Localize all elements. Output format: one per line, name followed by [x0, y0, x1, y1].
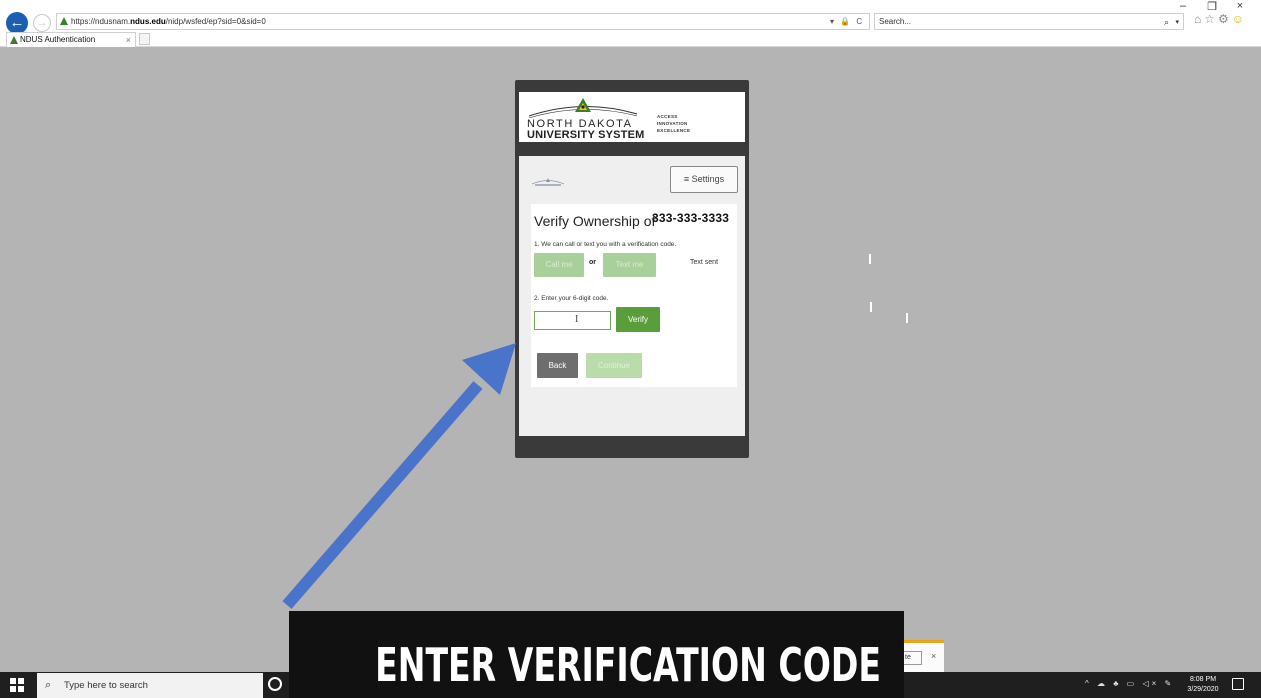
settings-button[interactable]: ≡ Settings: [670, 166, 738, 193]
ndus-header: NORTH DAKOTA UNIVERSITY SYSTEM ACCESS IN…: [519, 92, 745, 142]
mfa-screen: ≡ Settings Verify Ownership of 333-333-3…: [519, 156, 745, 436]
browser-search-placeholder: Search...: [879, 17, 912, 26]
logo-line-university-system: UNIVERSITY SYSTEM: [527, 129, 645, 141]
restore-icon[interactable]: ❐: [1205, 0, 1219, 13]
logo-tag-access: ACCESS: [657, 114, 678, 119]
logo-tag-excellence: EXCELLENCE: [657, 128, 691, 133]
site-favicon-icon: [60, 17, 68, 25]
or-label: or: [589, 259, 596, 266]
small-logo-icon: [531, 178, 565, 186]
tab-title: NDUS Authentication: [20, 35, 96, 44]
text-sent-status: Text sent: [690, 259, 719, 266]
verify-card: Verify Ownership of 333-333-3333 1. We c…: [531, 204, 737, 387]
phone-number: 333-333-3333: [652, 211, 730, 225]
tab-close-icon[interactable]: ×: [126, 33, 131, 47]
ndus-logo-icon: [528, 98, 638, 118]
screen: ← → https://ndusnam.ndus.edu/nidp/wsfed/…: [0, 0, 1261, 698]
back-button[interactable]: Back: [537, 353, 578, 378]
browser-search-input[interactable]: Search... ⌕ ▾: [874, 13, 1184, 30]
artifact-mark: [870, 302, 872, 312]
gear-icon[interactable]: ⚙: [1218, 12, 1232, 26]
cortana-icon[interactable]: [268, 677, 282, 691]
smiley-icon[interactable]: ☺: [1232, 12, 1247, 26]
artifact-mark: [869, 254, 871, 264]
close-window-icon[interactable]: ×: [1233, 0, 1247, 12]
caption-text: ENTER VERIFICATION CODE: [375, 638, 881, 692]
back-arrow-icon[interactable]: ←: [6, 12, 28, 34]
taskbar-search-input[interactable]: ⌕ Type here to search: [37, 673, 263, 698]
url-prefix: https://ndusnam.: [71, 17, 131, 26]
url-path: /nidp/wsfed/ep?sid=0&sid=0: [165, 17, 266, 26]
step-2-text: 2. Enter your 6-digit code.: [534, 295, 609, 302]
clock-date: 3/29/2020: [1187, 686, 1219, 693]
browser-chrome: ← → https://ndusnam.ndus.edu/nidp/wsfed/…: [0, 0, 1261, 47]
notification-popup: te ×: [904, 640, 944, 672]
url-host: ndus.edu: [130, 17, 166, 26]
text-cursor-icon: I: [575, 314, 579, 325]
home-icon[interactable]: ⌂: [1194, 12, 1204, 26]
address-tools-icons[interactable]: ▾ 🔒 C: [830, 13, 864, 30]
star-icon[interactable]: ☆: [1204, 12, 1218, 26]
minimize-icon[interactable]: –: [1176, 0, 1190, 12]
browser-tab[interactable]: NDUS Authentication ×: [6, 32, 136, 47]
continue-button[interactable]: Continue: [586, 353, 642, 378]
popup-button[interactable]: te: [904, 651, 922, 665]
taskbar-search-placeholder: Type here to search: [64, 680, 148, 691]
address-bar[interactable]: https://ndusnam.ndus.edu/nidp/wsfed/ep?s…: [56, 13, 870, 30]
forward-arrow-icon[interactable]: →: [33, 14, 51, 32]
tab-favicon-icon: [10, 36, 18, 44]
verification-code-input[interactable]: I: [534, 311, 611, 330]
artifact-mark: [906, 313, 908, 323]
new-tab-icon[interactable]: [139, 33, 150, 45]
browser-toolbar-icons: ⌂☆⚙☺: [1194, 12, 1247, 26]
windows-start-icon[interactable]: [10, 678, 24, 692]
logo-tag-innovation: INNOVATION: [657, 121, 688, 126]
popup-close-icon[interactable]: ×: [931, 651, 936, 661]
notifications-icon[interactable]: [1232, 678, 1244, 690]
search-icon[interactable]: ⌕: [1164, 15, 1169, 30]
taskbar-search-icon: ⌕: [45, 679, 52, 691]
step-1-text: 1. We can call or text you with a verifi…: [534, 241, 677, 248]
system-tray-icons[interactable]: ^ ☁ ♣ ▭ ◁× ✎: [1085, 679, 1174, 688]
taskbar-clock[interactable]: 8:08 PM 3/29/2020: [1183, 675, 1223, 695]
call-me-button[interactable]: Call me: [534, 253, 584, 277]
caption-banner: ENTER VERIFICATION CODE: [289, 611, 904, 698]
phone-frame: NORTH DAKOTA UNIVERSITY SYSTEM ACCESS IN…: [515, 80, 749, 458]
clock-time: 8:08 PM: [1189, 676, 1217, 683]
chevron-down-icon[interactable]: ▾: [1175, 15, 1179, 30]
verify-button[interactable]: Verify: [616, 307, 660, 332]
verify-title: Verify Ownership of: [534, 213, 656, 229]
text-me-button[interactable]: Text me: [603, 253, 656, 277]
